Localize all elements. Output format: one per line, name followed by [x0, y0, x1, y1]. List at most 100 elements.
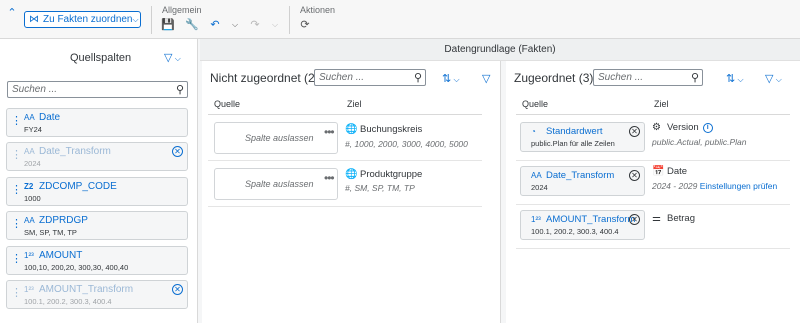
column-name: Date_Transform: [39, 146, 111, 157]
column-name: ZDPRDGP: [39, 215, 88, 226]
assign-to-facts-button[interactable]: ⋈ Zu Fakten zuordnen ⌵: [24, 11, 141, 28]
undo-menu-chevron-icon[interactable]: ⌵: [229, 19, 241, 31]
drag-handle-icon[interactable]: ⋮: [11, 116, 22, 127]
target-name: Produktgruppe: [360, 169, 423, 180]
target-name: Betrag: [667, 213, 695, 224]
assign-label: Zu Fakten zuordnen: [43, 14, 133, 25]
reset-icon[interactable]: ⟳: [299, 19, 311, 31]
source-card[interactable]: ⋮ AA ZDPRDGP SM, SP, TM, TP: [6, 211, 188, 240]
group-label-actions: Aktionen: [300, 5, 336, 15]
search-icon[interactable]: ⚲: [691, 71, 699, 86]
info-icon[interactable]: i: [702, 123, 713, 133]
source-card[interactable]: ⋮ AA Date FY24: [6, 108, 188, 137]
source-card[interactable]: ⋮ 1²³ AMOUNT 100,10, 200,20, 300,30, 400…: [6, 246, 188, 275]
column-name: AMOUNT: [39, 250, 83, 261]
target-values: public.Actual, public.Plan: [652, 137, 747, 147]
source-columns-panel: Quellspalten ▽ ⌵ Suchen ... ⚲ ⋮ AA Date …: [0, 39, 198, 323]
data-foundation-header: Datengrundlage (Fakten): [200, 39, 800, 61]
col-source: Quelle: [214, 99, 241, 109]
version-icon: ⚙: [652, 122, 661, 133]
chip-name: Standardwert: [546, 126, 603, 137]
type-icon: Z2: [24, 182, 34, 191]
chip-sample: 100.1, 200.2, 300.3, 400.4: [531, 227, 619, 236]
assigned-panel: Zugeordnet (3) Suchen ... ⚲ ⇅ ⌵ ▽ ⌵ Quel…: [506, 61, 800, 323]
type-icon: 1²³: [531, 215, 541, 224]
collapse-icon[interactable]: ⌃: [6, 7, 18, 19]
drag-handle-icon[interactable]: ⋮: [11, 150, 22, 161]
unassigned-search-input[interactable]: Suchen ... ⚲: [314, 69, 426, 86]
check-settings-link[interactable]: Einstellungen prüfen: [700, 181, 778, 191]
search-icon[interactable]: ⚲: [176, 83, 184, 98]
drop-slot[interactable]: Spalte auslassen: [214, 122, 338, 154]
column-sample: FY24: [24, 125, 42, 134]
target-name: Date: [667, 166, 688, 177]
unassigned-panel: Nicht zugeordnet (2) Suchen ... ⚲ ⇅ ⌵ ▽ …: [202, 61, 501, 323]
more-icon[interactable]: •••: [324, 171, 335, 185]
drag-handle-icon[interactable]: ⋮: [11, 288, 22, 299]
mapping-row: AA Date_Transform 2024 ✕ 📅 Date 2024 - 2…: [516, 160, 790, 205]
save-icon[interactable]: 💾: [161, 19, 175, 31]
assigned-source-chip[interactable]: AA Date_Transform 2024 ✕: [520, 166, 645, 196]
search-placeholder: Suchen ...: [12, 84, 58, 95]
group-label-general: Allgemein: [162, 5, 202, 15]
col-source: Quelle: [522, 99, 549, 109]
toolbar: ⌃ ⋈ Zu Fakten zuordnen ⌵ Allgemein 💾 🔧 ↶…: [0, 0, 800, 39]
assigned-title: Zugeordnet (3): [514, 71, 594, 85]
target-name: Version i: [667, 122, 713, 133]
drag-handle-icon[interactable]: ⋮: [11, 219, 22, 230]
globe-icon: 🌐: [345, 169, 358, 180]
source-search-input[interactable]: Suchen ... ⚲: [7, 81, 188, 98]
wrench-icon[interactable]: 🔧: [185, 19, 199, 31]
target-values: 2024 - 2029 Einstellungen prüfen: [652, 181, 778, 191]
target-values: #, 1000, 2000, 3000, 4000, 5000: [345, 139, 468, 149]
remove-icon[interactable]: ✕: [172, 284, 183, 295]
target-name: Buchungskreis: [360, 124, 423, 135]
filter-icon[interactable]: ▽: [482, 72, 490, 85]
drag-handle-icon[interactable]: ⋮: [11, 185, 22, 196]
undo-icon[interactable]: ↶: [209, 19, 221, 31]
redo-menu-chevron-icon[interactable]: ⌵: [269, 19, 281, 31]
source-card[interactable]: ⋮ 1²³ AMOUNT_Transform 100.1, 200.2, 300…: [6, 280, 188, 309]
remove-icon[interactable]: ✕: [629, 126, 640, 137]
source-columns-title: Quellspalten: [70, 52, 132, 64]
remove-icon[interactable]: ✕: [172, 146, 183, 157]
globe-icon: 🌐: [345, 124, 358, 135]
remove-icon[interactable]: ✕: [629, 214, 640, 225]
sort-icon[interactable]: ⇅ ⌵: [442, 72, 460, 85]
drop-slot[interactable]: Spalte auslassen: [214, 168, 338, 200]
more-icon[interactable]: •••: [324, 125, 335, 139]
remove-icon[interactable]: ✕: [629, 170, 640, 181]
source-card[interactable]: ⋮ Z2 ZDCOMP_CODE 1000: [6, 177, 188, 206]
chip-sample: 2024: [531, 183, 548, 192]
assigned-source-chip[interactable]: 1²³ AMOUNT_Transform 100.1, 200.2, 300.3…: [520, 210, 645, 240]
column-sample: 2024: [24, 159, 41, 168]
column-sample: 1000: [24, 194, 41, 203]
column-name: Date: [39, 112, 61, 123]
measure-icon: ⚌: [652, 213, 661, 224]
separator: [289, 6, 290, 34]
assigned-search-input[interactable]: Suchen ... ⚲: [593, 69, 703, 86]
column-sample: SM, SP, TM, TP: [24, 228, 77, 237]
chip-name: Date_Transform: [546, 170, 615, 181]
unassigned-title: Nicht zugeordnet (2): [210, 71, 319, 85]
column-header: Quelle Ziel: [208, 94, 482, 115]
drag-handle-icon[interactable]: ⋮: [11, 254, 22, 265]
chevron-down-icon: ⌵: [132, 14, 139, 24]
redo-icon[interactable]: ↷: [249, 19, 261, 31]
type-icon: AA: [24, 113, 35, 122]
column-sample: 100,10, 200,20, 300,30, 400,40: [24, 263, 129, 272]
type-icon: AA: [531, 171, 542, 180]
source-card[interactable]: ⋮ AA Date_Transform 2024 ✕: [6, 142, 188, 171]
column-header: Quelle Ziel: [516, 94, 790, 115]
mapping-row: Spalte auslassen ••• 🌐 Buchungskreis #, …: [208, 116, 482, 161]
column-name: ZDCOMP_CODE: [39, 181, 117, 192]
sort-icon[interactable]: ⇅ ⌵: [726, 72, 744, 85]
assigned-source-chip[interactable]: ◔ Standardwert public.Plan für alle Zeil…: [520, 122, 645, 152]
mapping-row: Spalte auslassen ••• 🌐 Produktgruppe #, …: [208, 162, 482, 207]
filter-icon[interactable]: ▽ ⌵: [765, 72, 782, 85]
calendar-icon: 📅: [652, 166, 665, 177]
filter-icon[interactable]: ▽ ⌵: [164, 51, 181, 64]
type-icon: AA: [24, 147, 35, 156]
assign-icon: ⋈: [29, 14, 39, 25]
search-icon[interactable]: ⚲: [414, 71, 422, 86]
